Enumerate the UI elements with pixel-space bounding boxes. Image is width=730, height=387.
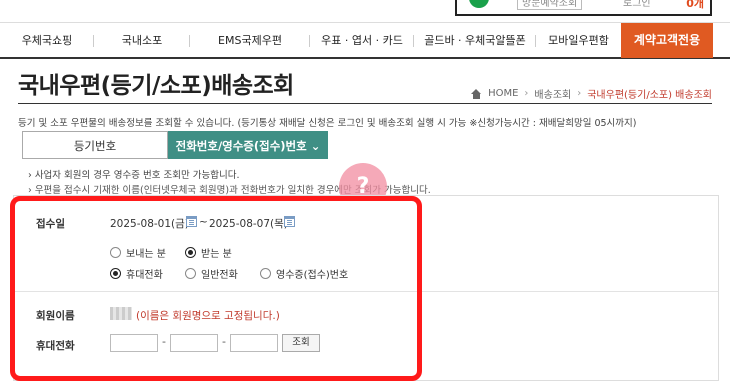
nav-item-label: 우체국쇼핑 <box>21 34 73 47</box>
nav-item-stamps-cards[interactable]: 우표 · 엽서 · 카드 <box>310 23 414 58</box>
chevron-down-icon: ⌄ <box>310 139 321 153</box>
tab-phone-receipt[interactable]: 전화번호/영수증(접수)번호 ⌄ <box>168 131 328 159</box>
top-utility-box: 방문예약조회 로그인 0개 <box>455 0 712 16</box>
search-type-tabs: 등기번호 전화번호/영수증(접수)번호 ⌄ <box>22 131 328 159</box>
breadcrumb: HOME › 배송조회 › 국내우편(등기/소포) 배송조회 <box>471 86 712 101</box>
green-status-icon <box>469 0 489 8</box>
home-icon <box>471 88 482 99</box>
page-description: 등기 및 소포 우편물의 배송정보를 조회할 수 있습니다. (등기통상 재배달… <box>18 118 637 129</box>
visit-reservation-link[interactable]: 방문예약조회 <box>517 0 583 10</box>
main-navigation: 우체국쇼핑 국내소포 EMS국제우편 우표 · 엽서 · 카드 골드바 · 우체… <box>0 22 730 59</box>
nav-item-label: 우표 · 엽서 · 카드 <box>321 34 403 47</box>
breadcrumb-current: 국내우편(등기/소포) 배송조회 <box>587 90 712 101</box>
nav-item-post-shopping[interactable]: 우체국쇼핑 <box>0 23 94 58</box>
title-divider <box>18 103 712 104</box>
cart-count-badge: 0개 <box>686 0 704 10</box>
nav-item-label: 모바일우편함 <box>548 34 609 47</box>
chevron-right-icon: › <box>577 88 582 99</box>
login-link[interactable]: 로그인 <box>623 0 651 9</box>
nav-item-goldbar-phone[interactable]: 골드바 · 우체국알뜰폰 <box>414 23 536 58</box>
nav-item-label: 국내소포 <box>121 34 163 47</box>
page-title: 국내우편(등기/소포)배송조회 <box>18 73 294 99</box>
highlight-outline <box>10 196 422 381</box>
nav-item-contract-customers[interactable]: 계약고객전용 <box>621 23 713 58</box>
breadcrumb-level1[interactable]: 배송조회 <box>534 86 571 101</box>
tab-registered-number[interactable]: 등기번호 <box>22 131 168 159</box>
nav-item-mobile-mailbox[interactable]: 모바일우편함 <box>536 23 621 58</box>
nav-item-label: 계약고객전용 <box>633 33 701 47</box>
nav-item-label: 골드바 · 우체국알뜰폰 <box>424 34 526 47</box>
chevron-right-icon: › <box>524 88 529 99</box>
tab-phone-receipt-label: 전화번호/영수증(접수)번호 <box>175 139 307 153</box>
nav-item-label: EMS국제우편 <box>218 34 282 47</box>
nav-item-domestic-parcel[interactable]: 국내소포 <box>94 23 190 58</box>
nav-item-ems[interactable]: EMS국제우편 <box>190 23 310 58</box>
breadcrumb-home[interactable]: HOME <box>488 88 518 99</box>
